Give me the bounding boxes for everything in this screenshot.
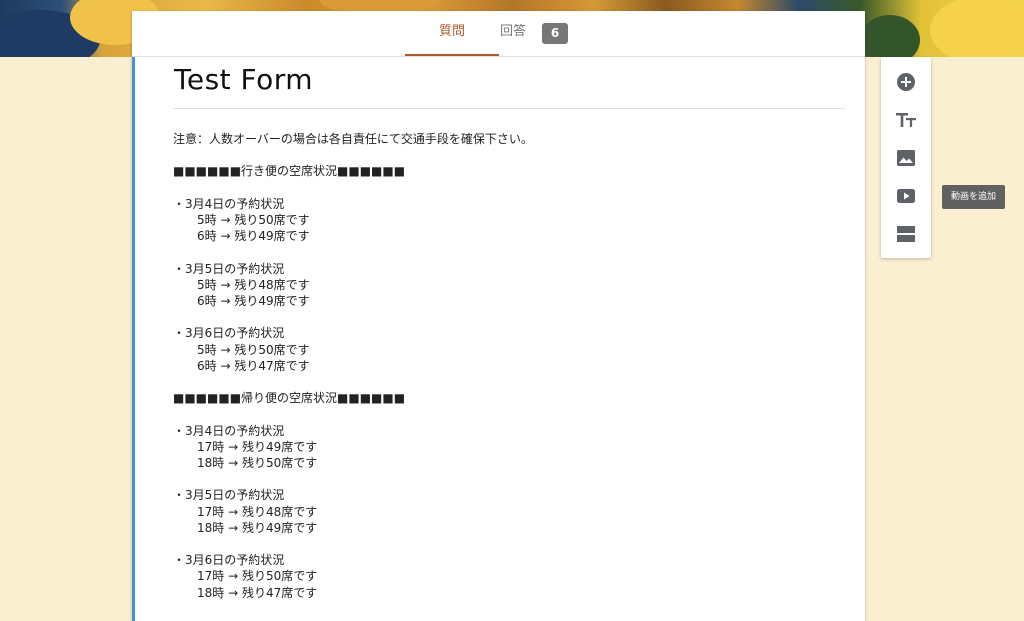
- side-toolbar: [881, 57, 931, 258]
- add-title-icon[interactable]: [894, 108, 918, 132]
- tooltip-add-video: 動画を追加: [942, 185, 1005, 209]
- divider: [173, 108, 845, 109]
- form-title[interactable]: Test Form: [174, 63, 313, 96]
- add-question-icon[interactable]: [894, 70, 918, 94]
- responses-count-badge: 6: [542, 23, 568, 44]
- add-video-icon[interactable]: [894, 184, 918, 208]
- tab-responses[interactable]: 回答: [500, 11, 526, 56]
- form-editor-card: 質問 回答 6 Test Form 注意：人数オーバーの場合は各自責任にて交通手…: [132, 11, 865, 621]
- tab-bar: 質問 回答 6: [132, 11, 865, 57]
- add-image-icon[interactable]: [894, 146, 918, 170]
- tab-questions[interactable]: 質問: [405, 11, 499, 56]
- add-section-icon[interactable]: [894, 222, 918, 246]
- form-header-section[interactable]: Test Form 注意：人数オーバーの場合は各自責任にて交通手段を確保下さい。…: [132, 57, 868, 621]
- form-description[interactable]: 注意：人数オーバーの場合は各自責任にて交通手段を確保下さい。 ■■■■■■行き便…: [173, 131, 833, 601]
